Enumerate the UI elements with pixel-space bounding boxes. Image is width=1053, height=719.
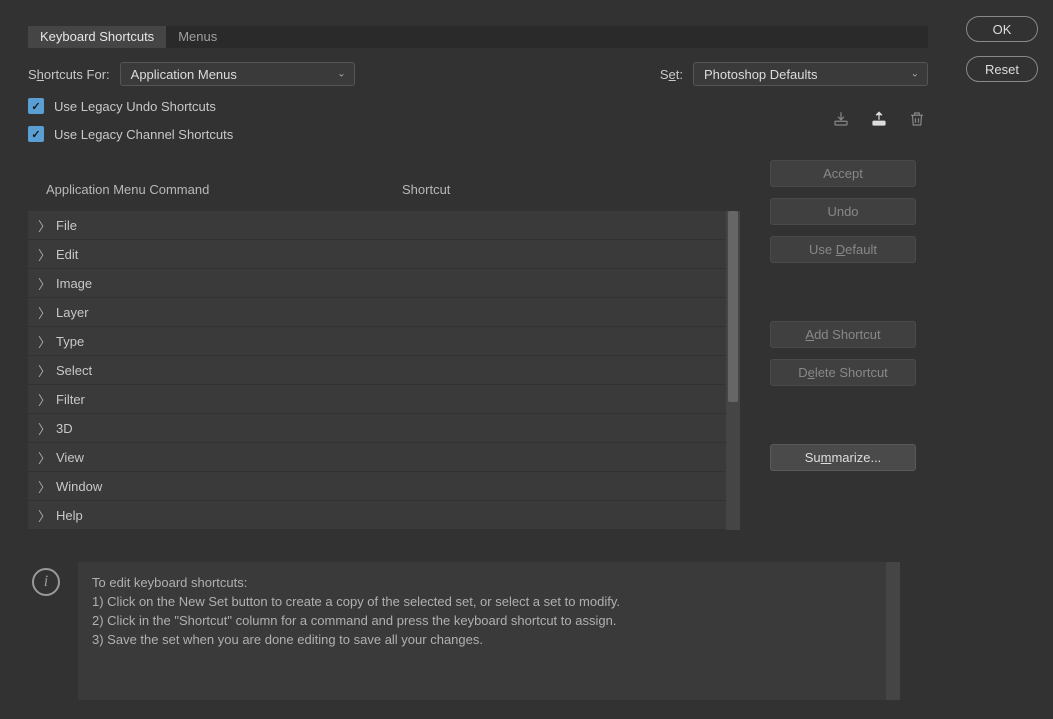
chevron-right-icon: 〉 [38, 303, 48, 322]
new-set-icon[interactable] [868, 108, 890, 130]
list-item[interactable]: 〉File [28, 211, 726, 240]
list-item[interactable]: 〉Edit [28, 240, 726, 269]
chevron-right-icon: 〉 [38, 332, 48, 351]
list-item[interactable]: 〉Window [28, 472, 726, 501]
info-scrollbar[interactable] [886, 562, 900, 700]
shortcuts-for-dropdown[interactable]: Application Menus ⌄ [120, 62, 355, 86]
tabs-bar: Keyboard Shortcuts Menus [28, 26, 928, 48]
legacy-channel-checkbox[interactable]: ✓ [28, 126, 44, 142]
chevron-right-icon: 〉 [38, 390, 48, 409]
legacy-undo-checkbox[interactable]: ✓ [28, 98, 44, 114]
tab-keyboard-shortcuts[interactable]: Keyboard Shortcuts [28, 26, 166, 48]
list-item[interactable]: 〉Image [28, 269, 726, 298]
column-command: Application Menu Command [46, 182, 402, 197]
list-item[interactable]: 〉3D [28, 414, 726, 443]
list-item[interactable]: 〉Help [28, 501, 726, 530]
info-text-box: To edit keyboard shortcuts: 1) Click on … [78, 562, 900, 700]
reset-button[interactable]: Reset [966, 56, 1038, 82]
chevron-right-icon: 〉 [38, 506, 48, 525]
set-value: Photoshop Defaults [704, 67, 817, 82]
list-scrollbar[interactable] [726, 211, 740, 530]
list-item[interactable]: 〉Select [28, 356, 726, 385]
save-set-icon[interactable] [830, 108, 852, 130]
chevron-right-icon: 〉 [38, 216, 48, 235]
use-default-button[interactable]: Use Default [770, 236, 916, 263]
chevron-right-icon: 〉 [38, 361, 48, 380]
command-list: 〉File 〉Edit 〉Image 〉Layer 〉Type 〉Select … [28, 211, 726, 530]
add-shortcut-button[interactable]: Add Shortcut [770, 321, 916, 348]
info-icon: i [32, 568, 60, 596]
scrollbar-thumb[interactable] [728, 211, 738, 402]
shortcuts-for-label: Shortcuts For: [28, 67, 110, 82]
undo-button[interactable]: Undo [770, 198, 916, 225]
set-dropdown[interactable]: Photoshop Defaults ⌄ [693, 62, 928, 86]
delete-shortcut-button[interactable]: Delete Shortcut [770, 359, 916, 386]
chevron-down-icon: ⌄ [337, 69, 345, 80]
set-label: Set: [660, 67, 683, 82]
summarize-button[interactable]: Summarize... [770, 444, 916, 471]
list-item[interactable]: 〉Layer [28, 298, 726, 327]
ok-button[interactable]: OK [966, 16, 1038, 42]
chevron-right-icon: 〉 [38, 448, 48, 467]
chevron-right-icon: 〉 [38, 419, 48, 438]
chevron-down-icon: ⌄ [911, 69, 919, 80]
legacy-undo-label: Use Legacy Undo Shortcuts [54, 99, 216, 114]
list-item[interactable]: 〉View [28, 443, 726, 472]
list-item[interactable]: 〉Filter [28, 385, 726, 414]
chevron-right-icon: 〉 [38, 245, 48, 264]
delete-set-icon[interactable] [906, 108, 928, 130]
chevron-right-icon: 〉 [38, 274, 48, 293]
list-item[interactable]: 〉Type [28, 327, 726, 356]
accept-button[interactable]: Accept [770, 160, 916, 187]
shortcuts-for-value: Application Menus [131, 67, 237, 82]
chevron-right-icon: 〉 [38, 477, 48, 496]
legacy-channel-label: Use Legacy Channel Shortcuts [54, 127, 233, 142]
tab-menus[interactable]: Menus [166, 26, 229, 48]
